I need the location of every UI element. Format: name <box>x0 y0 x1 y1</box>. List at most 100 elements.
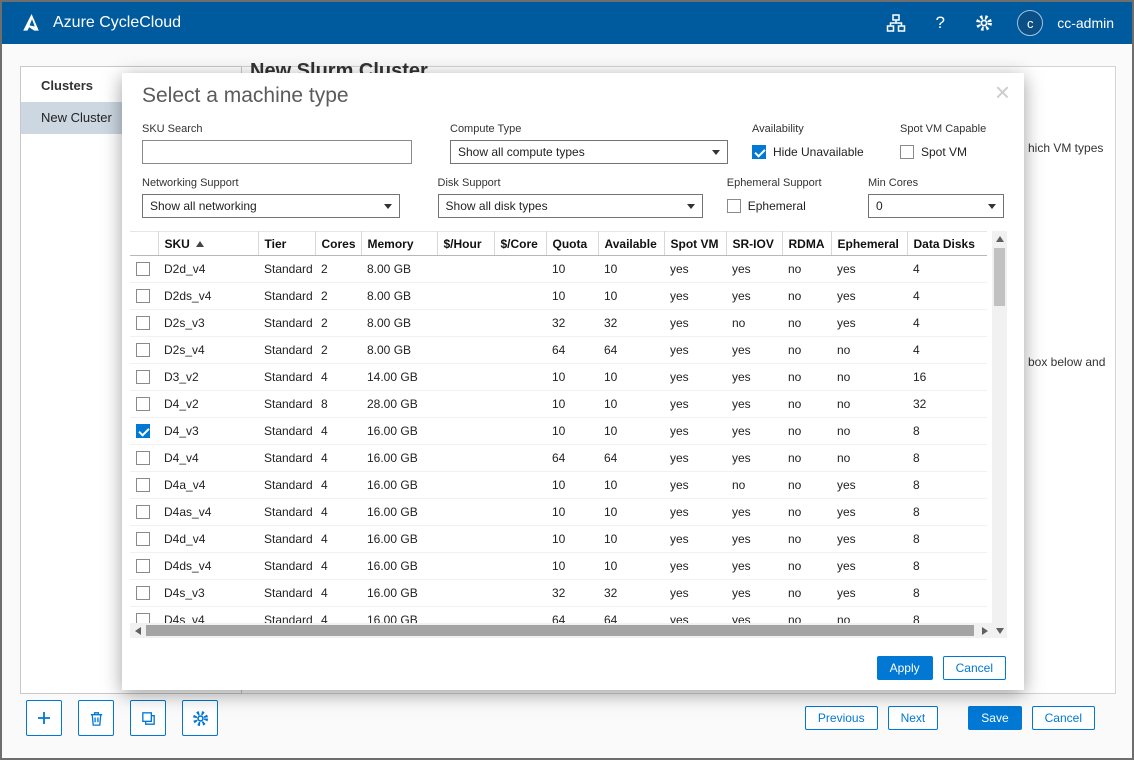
previous-button[interactable]: Previous <box>804 706 878 730</box>
cell: no <box>831 444 907 472</box>
help-icon[interactable]: ? <box>929 12 951 34</box>
row-checkbox[interactable] <box>136 370 150 385</box>
next-button[interactable]: Next <box>887 706 939 730</box>
checkbox-icon[interactable] <box>752 145 766 159</box>
row-checkbox[interactable] <box>136 397 150 412</box>
table-row-d4as_v4[interactable]: D4as_v4 Standard 4 16.00 GB 10 10 yes yes no yes 8 <box>130 498 987 526</box>
duplicate-cluster-button[interactable] <box>130 700 166 736</box>
vertical-scrollbar[interactable] <box>992 231 1007 638</box>
cell: yes <box>664 336 726 364</box>
horizontal-scrollbar[interactable] <box>130 623 992 638</box>
column-header-sku[interactable]: SKU <box>158 231 259 256</box>
cell: 2 <box>315 309 361 337</box>
disk-support-select[interactable]: Show all disk types <box>437 194 703 218</box>
cell: Standard <box>258 471 315 499</box>
column-header-tier[interactable]: Tier <box>258 231 316 256</box>
table-row-d2ds_v4[interactable]: D2ds_v4 Standard 2 8.00 GB 10 10 yes yes no yes 4 <box>130 282 987 310</box>
compute-type-select[interactable]: Show all compute types <box>450 140 728 164</box>
checkbox-icon[interactable] <box>726 199 741 213</box>
dialog-cancel-button[interactable]: Cancel <box>942 656 1006 680</box>
column-header-memory[interactable]: Memory <box>361 231 438 256</box>
save-button[interactable]: Save <box>968 706 1022 730</box>
cell: 10 <box>598 255 664 283</box>
row-checkbox[interactable] <box>136 613 150 623</box>
cell: 8 <box>315 390 361 418</box>
hide-unavailable-checkbox[interactable]: Hide Unavailable <box>752 140 898 164</box>
scroll-right-icon[interactable] <box>977 623 992 638</box>
column-header-label: Memory <box>367 236 414 251</box>
checkbox-icon[interactable] <box>900 145 914 159</box>
close-icon[interactable]: × <box>995 79 1010 105</box>
scroll-up-icon[interactable] <box>992 231 1007 246</box>
table-row-d4s_v3[interactable]: D4s_v3 Standard 4 16.00 GB 32 32 yes yes no yes 8 <box>130 579 987 607</box>
row-checkbox[interactable] <box>136 532 150 547</box>
cluster-topology-icon[interactable] <box>885 12 907 34</box>
table-row-d4ds_v4[interactable]: D4ds_v4 Standard 4 16.00 GB 10 10 yes yes no yes 8 <box>130 552 987 580</box>
column-header--hour[interactable]: $/Hour <box>437 231 495 256</box>
spot-vm-checkbox[interactable]: Spot VM <box>900 140 1004 164</box>
sku-search-input[interactable] <box>142 140 412 164</box>
horizontal-scroll-thumb[interactable] <box>146 625 974 636</box>
column-header-cores[interactable]: Cores <box>315 231 362 256</box>
cluster-toolbar <box>26 700 218 736</box>
column-header-spot-vm[interactable]: Spot VM <box>664 231 727 256</box>
column-header-sr-iov[interactable]: SR-IOV <box>726 231 783 256</box>
cell: no <box>782 579 831 607</box>
row-checkbox[interactable] <box>136 343 150 358</box>
column-header--core[interactable]: $/Core <box>494 231 547 256</box>
column-header-data-disks[interactable]: Data Disks <box>907 231 987 256</box>
row-checkbox[interactable] <box>136 505 150 520</box>
table-row-d4s_v4[interactable]: D4s_v4 Standard 4 16.00 GB 64 64 yes yes no no 8 <box>130 606 987 623</box>
cell <box>437 282 494 310</box>
table-row-d4_v4[interactable]: D4_v4 Standard 4 16.00 GB 64 64 yes yes no no 8 <box>130 444 987 472</box>
cell: yes <box>664 579 726 607</box>
row-checkbox[interactable] <box>136 586 150 601</box>
cell: 4 <box>315 444 361 472</box>
ephemeral-checkbox[interactable]: Ephemeral <box>726 194 866 218</box>
row-checkbox[interactable] <box>136 262 150 277</box>
cell: D2ds_v4 <box>158 282 258 310</box>
cluster-settings-button[interactable] <box>182 700 218 736</box>
checkbox-label: Ephemeral <box>747 199 806 213</box>
cell: no <box>782 282 831 310</box>
row-checkbox[interactable] <box>136 316 150 331</box>
table-row-d4_v3[interactable]: D4_v3 Standard 4 16.00 GB 10 10 yes yes no no 8 <box>130 417 987 445</box>
cell: yes <box>831 255 907 283</box>
chevron-down-icon <box>686 204 695 209</box>
min-cores-select[interactable]: 0 <box>868 194 1004 218</box>
cancel-button[interactable]: Cancel <box>1031 706 1095 730</box>
row-checkbox[interactable] <box>136 289 150 304</box>
cell: 8 <box>907 525 987 553</box>
gear-icon[interactable] <box>973 12 995 34</box>
avatar[interactable]: c <box>1017 10 1044 36</box>
cell: 16.00 GB <box>361 417 437 445</box>
apply-button[interactable]: Apply <box>876 656 933 680</box>
column-header-rdma[interactable]: RDMA <box>782 231 832 256</box>
networking-support-select[interactable]: Show all networking <box>142 194 400 218</box>
column-header-ephemeral[interactable]: Ephemeral <box>831 231 908 256</box>
cell: 4 <box>907 282 987 310</box>
column-header-quota[interactable]: Quota <box>546 231 599 256</box>
table-row-d4a_v4[interactable]: D4a_v4 Standard 4 16.00 GB 10 10 yes no no yes 8 <box>130 471 987 499</box>
cell: 16.00 GB <box>361 606 437 623</box>
row-checkbox[interactable] <box>136 478 150 493</box>
table-row-d2s_v4[interactable]: D2s_v4 Standard 2 8.00 GB 64 64 yes yes no no 4 <box>130 336 987 364</box>
delete-cluster-button[interactable] <box>78 700 114 736</box>
add-cluster-button[interactable] <box>26 700 62 736</box>
row-checkbox[interactable] <box>136 424 150 439</box>
username[interactable]: cc-admin <box>1057 15 1114 31</box>
table-row-d4d_v4[interactable]: D4d_v4 Standard 4 16.00 GB 10 10 yes yes no yes 8 <box>130 525 987 553</box>
vertical-scroll-thumb[interactable] <box>994 248 1005 306</box>
table-row-d2s_v3[interactable]: D2s_v3 Standard 2 8.00 GB 32 32 yes no no yes 4 <box>130 309 987 337</box>
scroll-down-icon[interactable] <box>992 623 1007 638</box>
table-row-d2d_v4[interactable]: D2d_v4 Standard 2 8.00 GB 10 10 yes yes no yes 4 <box>130 255 987 283</box>
table-row-d3_v2[interactable]: D3_v2 Standard 4 14.00 GB 10 10 yes yes no no 16 <box>130 363 987 391</box>
row-checkbox-cell <box>130 255 158 283</box>
row-checkbox[interactable] <box>136 451 150 466</box>
scroll-left-icon[interactable] <box>130 623 145 638</box>
table-row-d4_v2[interactable]: D4_v2 Standard 8 28.00 GB 10 10 yes yes no no 32 <box>130 390 987 418</box>
cell: 16.00 GB <box>361 579 437 607</box>
column-header-available[interactable]: Available <box>598 231 665 256</box>
row-checkbox[interactable] <box>136 559 150 574</box>
cell: 16.00 GB <box>361 525 437 553</box>
